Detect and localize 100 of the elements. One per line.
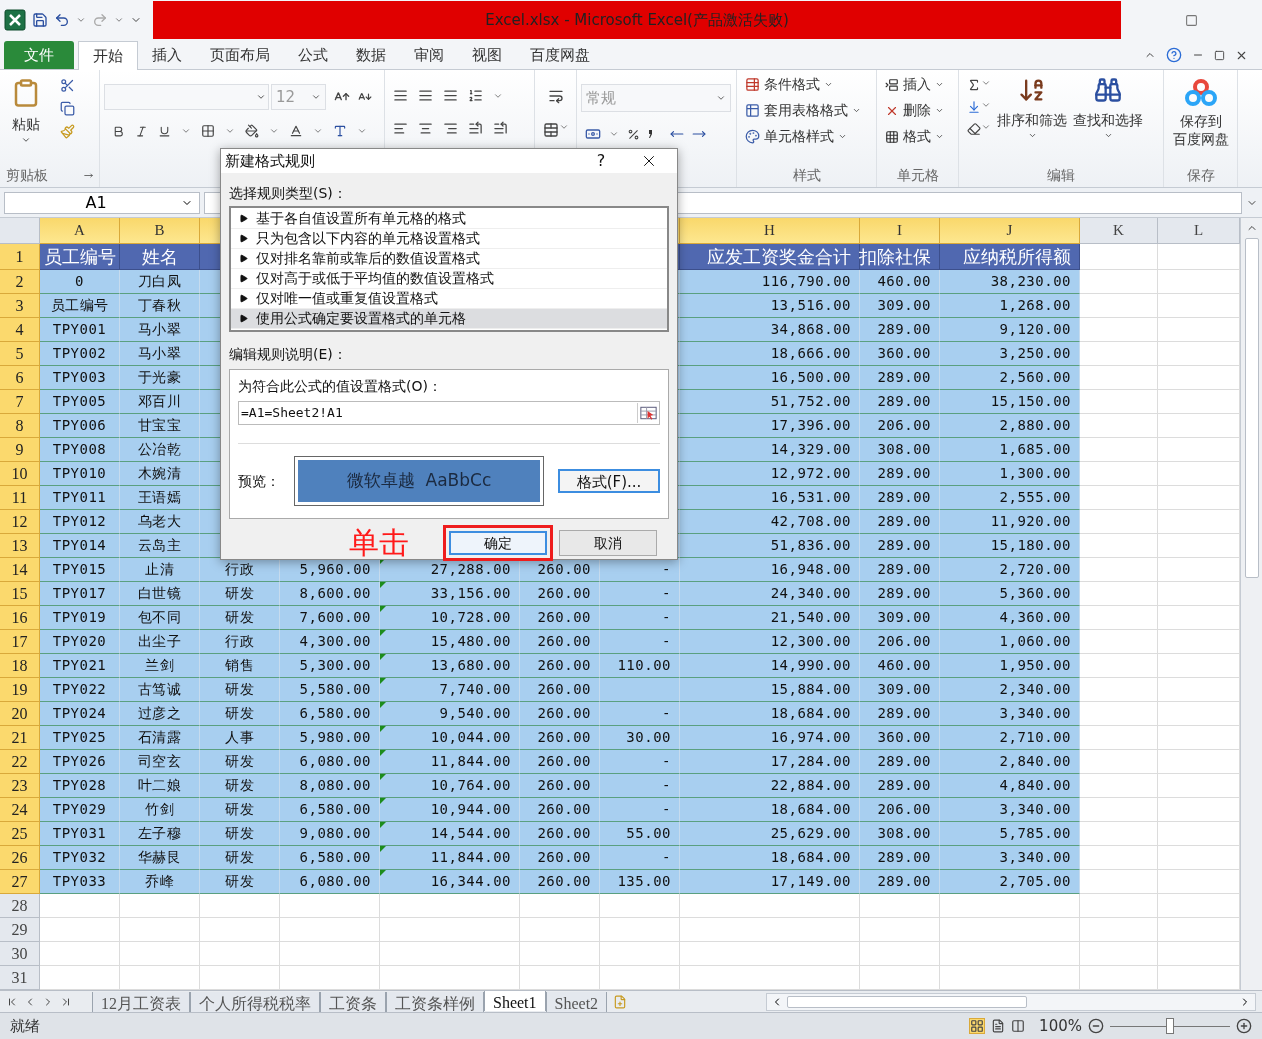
caret-icon[interactable] (313, 126, 323, 136)
first-sheet-icon[interactable] (6, 995, 18, 1008)
row-header[interactable]: 5 (0, 342, 40, 366)
dialog-launcher-icon[interactable] (84, 170, 93, 180)
page-layout-icon[interactable] (991, 1019, 1006, 1033)
row-header[interactable]: 28 (0, 894, 40, 918)
sheet-tab[interactable]: 12月工资表 (92, 991, 190, 1012)
row-header[interactable]: 30 (0, 942, 40, 966)
zoom-level[interactable]: 100% (1039, 1014, 1082, 1038)
row-header[interactable]: 22 (0, 750, 40, 774)
rule-type-item[interactable]: 仅对高于或低于平均值的数值设置格式 (231, 269, 667, 289)
row-header[interactable]: 4 (0, 318, 40, 342)
ribbon-tab[interactable]: 审阅 (400, 41, 458, 69)
excel-logo-icon[interactable] (4, 9, 26, 31)
column-header[interactable]: I (860, 218, 940, 244)
sheet-tab[interactable]: 工资条 (320, 991, 386, 1012)
font-name-field[interactable] (104, 84, 269, 110)
border-icon[interactable] (201, 124, 215, 138)
row-header[interactable]: 25 (0, 822, 40, 846)
rule-type-item[interactable]: 基于各自值设置所有单元格的格式 (231, 209, 667, 229)
row-header[interactable]: 24 (0, 798, 40, 822)
scrollbar-thumb[interactable] (1244, 238, 1259, 578)
row-header[interactable]: 15 (0, 582, 40, 606)
sheet-tab[interactable]: Sheet1 (484, 990, 546, 1011)
sort-filter-button[interactable]: 排序和筛选 (997, 76, 1067, 163)
row-header[interactable]: 11 (0, 486, 40, 510)
row-header[interactable]: 16 (0, 606, 40, 630)
currency-icon[interactable] (585, 126, 601, 142)
align-right-icon[interactable] (443, 121, 458, 136)
cancel-button[interactable]: 取消 (559, 530, 657, 556)
column-header[interactable]: B (120, 218, 200, 244)
page-break-icon[interactable] (1011, 1019, 1026, 1033)
row-header[interactable]: 3 (0, 294, 40, 318)
ribbon-tab[interactable]: 视图 (458, 41, 516, 69)
caret-icon[interactable] (76, 15, 86, 25)
row-header[interactable]: 19 (0, 678, 40, 702)
row-header[interactable]: 20 (0, 702, 40, 726)
merge-cells-icon[interactable] (542, 122, 559, 138)
row-header[interactable]: 12 (0, 510, 40, 534)
horizontal-scrollbar[interactable] (766, 992, 1256, 1011)
restore-icon[interactable] (1214, 49, 1225, 61)
save-to-cloud-label[interactable]: 保存到 (1179, 112, 1222, 130)
rule-type-item[interactable]: 使用公式确定要设置格式的单元格 (231, 309, 667, 329)
cell-command-button[interactable]: 删除 (885, 100, 950, 121)
style-button[interactable]: 套用表格格式 (745, 100, 868, 121)
top-align-icon[interactable] (393, 88, 408, 103)
column-header[interactable]: H (680, 218, 860, 244)
maximize-icon[interactable] (1185, 13, 1198, 27)
bold-icon[interactable] (112, 124, 125, 138)
wrap-text-icon[interactable] (547, 88, 564, 104)
caret-icon[interactable] (269, 126, 279, 136)
help-icon[interactable] (1166, 47, 1182, 63)
row-header[interactable]: 18 (0, 654, 40, 678)
zoom-in-icon[interactable] (1236, 1018, 1252, 1034)
formula-input[interactable]: =A1=Sheet2!A1 (238, 401, 660, 425)
bottom-align-icon[interactable] (443, 88, 458, 103)
file-tab[interactable]: 文件 (4, 41, 74, 69)
row-header[interactable]: 9 (0, 438, 40, 462)
row-header[interactable]: 27 (0, 870, 40, 894)
sheet-tab[interactable]: Sheet2 (545, 991, 608, 1012)
range-picker-icon[interactable] (637, 403, 659, 423)
cell-command-button[interactable]: 格式 (885, 126, 950, 147)
column-header[interactable]: J (940, 218, 1080, 244)
rule-type-item[interactable]: 仅对排名靠前或靠后的数值设置格式 (231, 249, 667, 269)
copy-icon[interactable] (60, 101, 75, 116)
phonetic-icon[interactable] (333, 124, 347, 138)
ribbon-tab[interactable]: 百度网盘 (516, 41, 604, 69)
fill-icon[interactable] (967, 100, 981, 114)
increase-indent-icon[interactable] (493, 121, 508, 136)
comma-style-icon[interactable] (648, 129, 654, 139)
scrollbar-thumb[interactable] (787, 995, 1027, 1008)
cloud-logo-icon[interactable] (1183, 78, 1218, 108)
ribbon-tab[interactable]: 页面布局 (196, 41, 284, 69)
caret-icon[interactable] (114, 15, 124, 25)
zoom-out-icon[interactable] (1088, 1018, 1104, 1034)
decrease-indent-icon[interactable] (468, 121, 483, 136)
column-header[interactable]: K (1080, 218, 1158, 244)
row-header[interactable]: 13 (0, 534, 40, 558)
middle-align-icon[interactable] (418, 88, 433, 103)
ribbon-tab[interactable]: 开始 (78, 41, 138, 70)
normal-view-icon[interactable] (969, 1018, 986, 1034)
caret-icon[interactable] (181, 126, 191, 136)
row-header[interactable]: 21 (0, 726, 40, 750)
row-header[interactable]: 23 (0, 774, 40, 798)
row-header[interactable]: 2 (0, 270, 40, 294)
eraser-icon[interactable] (967, 122, 981, 136)
sheet-tab[interactable]: 个人所得税税率 (190, 991, 320, 1012)
rule-type-item[interactable]: 只为包含以下内容的单元格设置格式 (231, 229, 667, 249)
help-button[interactable]: ? (581, 149, 621, 173)
sheet-tab[interactable]: 工资条样例 (386, 991, 484, 1012)
format-button[interactable]: 格式(F)... (558, 469, 660, 493)
row-header[interactable]: 14 (0, 558, 40, 582)
orientation-icon[interactable] (468, 88, 483, 103)
ribbon-tab[interactable]: 公式 (284, 41, 342, 69)
save-icon[interactable] (32, 12, 48, 28)
caret-icon[interactable] (225, 126, 235, 136)
fill-color-icon[interactable] (245, 124, 259, 138)
caret-icon[interactable] (357, 126, 367, 136)
cut-icon[interactable] (60, 78, 75, 93)
ribbon-tab[interactable]: 数据 (342, 41, 400, 69)
